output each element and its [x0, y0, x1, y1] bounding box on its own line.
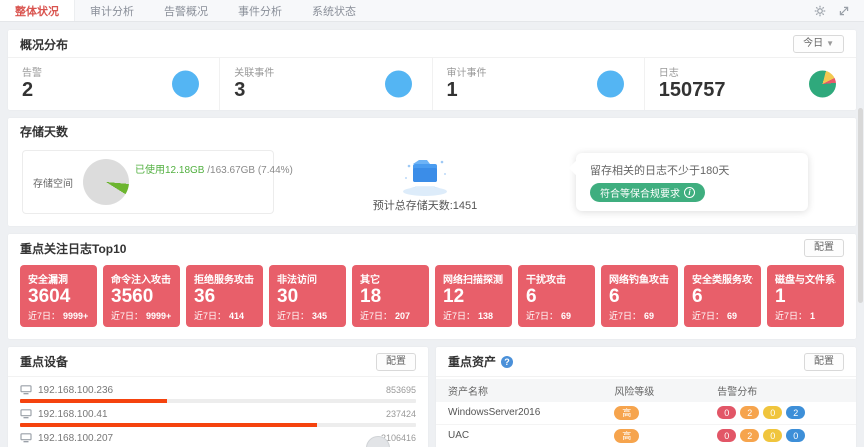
- log-card[interactable]: 非法访问 30 近7日：345: [269, 265, 346, 327]
- info-icon: i: [684, 187, 695, 198]
- retention-notice-card: 留存相关的日志不少于180天 符合等保合规要求 i: [576, 153, 808, 211]
- risk-badge: 高: [614, 429, 639, 443]
- chevron-down-icon: ▼: [826, 39, 834, 48]
- stat-correlated-events[interactable]: 关联事件 3: [220, 58, 432, 110]
- fullscreen-expand-icon[interactable]: [838, 5, 850, 17]
- log-cards-row: 安全漏洞 3604 近7日：9999+ 命令注入攻击 3560 近7日：9999…: [8, 261, 856, 339]
- device-row[interactable]: 192.168.100.207 2106416: [20, 427, 416, 447]
- tab-alert-overview[interactable]: 告警概况: [149, 0, 223, 21]
- log-card[interactable]: 干扰攻击 6 近7日：69: [518, 265, 595, 327]
- storage-space-card: 存储空间 已使用12.18GB /163.67GB (7.44%): [22, 150, 274, 214]
- asset-row[interactable]: UAC 高 0200: [436, 425, 856, 447]
- assets-config-button[interactable]: 配置: [804, 353, 844, 371]
- device-icon: [20, 409, 32, 419]
- audit-circle-icon: [597, 71, 624, 98]
- log-card[interactable]: 命令注入攻击 3560 近7日：9999+: [103, 265, 180, 327]
- stat-alerts[interactable]: 告警 2: [8, 58, 220, 110]
- log-card[interactable]: 安全类服务攻击 6 近7日：69: [684, 265, 761, 327]
- overview-panel: 概况分布 今日▼ 告警 2 关联事件 3 审计事件 1 日志 150757: [8, 30, 856, 110]
- retention-notice-text: 留存相关的日志不少于180天: [590, 162, 794, 178]
- storage-used-text: 已使用12.18GB: [135, 165, 204, 176]
- overview-title: 概况分布: [20, 36, 68, 53]
- devices-config-button[interactable]: 配置: [376, 353, 416, 371]
- assets-table-header: 资产名称 风险等级 告警分布: [436, 379, 856, 402]
- device-icon: [20, 433, 32, 443]
- estimated-storage-days: 预计总存储天数:1451: [373, 197, 478, 213]
- alert-circle-icon: [172, 71, 199, 98]
- folder-shadow: [403, 187, 447, 196]
- gear-icon[interactable]: [814, 5, 826, 17]
- stat-logs[interactable]: 日志 150757: [645, 58, 856, 110]
- storage-days-illustration: 预计总存储天数:1451: [274, 152, 576, 213]
- log-card[interactable]: 网络扫描探测 12 近7日：138: [435, 265, 512, 327]
- devices-title: 重点设备: [20, 353, 68, 370]
- device-row[interactable]: 192.168.100.41 237424: [20, 403, 416, 427]
- alert-distribution: 0200: [717, 429, 844, 442]
- asset-row[interactable]: WindowsServer2016 高 0202: [436, 402, 856, 425]
- date-range-dropdown[interactable]: 今日▼: [793, 35, 844, 53]
- log-pie-chart-icon: [809, 71, 836, 98]
- log-card[interactable]: 其它 18 近7日：207: [352, 265, 429, 327]
- help-icon[interactable]: ?: [501, 356, 513, 368]
- top-tab-bar: 整体状况 审计分析 告警概况 事件分析 系统状态: [0, 0, 864, 22]
- alert-distribution: 0202: [717, 406, 844, 419]
- log-card[interactable]: 安全漏洞 3604 近7日：9999+: [20, 265, 97, 327]
- top-logs-title: 重点关注日志Top10: [20, 240, 126, 257]
- scrollbar-thumb[interactable]: [858, 108, 863, 303]
- storage-usage-text: 已使用12.18GB /163.67GB (7.44%): [135, 161, 293, 176]
- device-row[interactable]: 192.168.100.236 853695: [20, 379, 416, 403]
- tab-event-analysis[interactable]: 事件分析: [223, 0, 297, 21]
- event-circle-icon: [385, 71, 412, 98]
- risk-badge: 高: [614, 406, 639, 420]
- tab-overall-status[interactable]: 整体状况: [0, 0, 75, 21]
- stat-audit-events[interactable]: 审计事件 1: [433, 58, 645, 110]
- device-icon: [20, 385, 32, 395]
- stats-row: 告警 2 关联事件 3 审计事件 1 日志 150757: [8, 57, 856, 110]
- key-assets-panel: 重点资产 ? 配置 资产名称 风险等级 告警分布 WindowsServer20…: [436, 347, 856, 447]
- storage-space-label: 存储空间: [33, 175, 73, 190]
- tab-audit-analysis[interactable]: 审计分析: [75, 0, 149, 21]
- assets-title: 重点资产: [448, 353, 496, 370]
- log-card[interactable]: 网络钓鱼攻击 6 近7日：69: [601, 265, 678, 327]
- top-logs-panel: 重点关注日志Top10 配置 安全漏洞 3604 近7日：9999+ 命令注入攻…: [8, 234, 856, 339]
- storage-panel: 存储天数 存储空间 已使用12.18GB /163.67GB (7.44%): [8, 118, 856, 226]
- key-devices-panel: 重点设备 配置 192.168.100.236 853695 192.168.1…: [8, 347, 428, 447]
- log-card[interactable]: 磁盘与文件系... 1 近7日：1: [767, 265, 844, 327]
- tab-system-status[interactable]: 系统状态: [297, 0, 371, 21]
- top-logs-config-button[interactable]: 配置: [804, 239, 844, 257]
- storage-title: 存储天数: [20, 123, 68, 140]
- storage-usage-pie: [83, 159, 129, 205]
- compliance-badge-button[interactable]: 符合等保合规要求 i: [590, 183, 705, 202]
- log-card[interactable]: 拒绝服务攻击 36 近7日：414: [186, 265, 263, 327]
- dashboard-page: 整体状况 审计分析 告警概况 事件分析 系统状态 概况: [0, 0, 864, 447]
